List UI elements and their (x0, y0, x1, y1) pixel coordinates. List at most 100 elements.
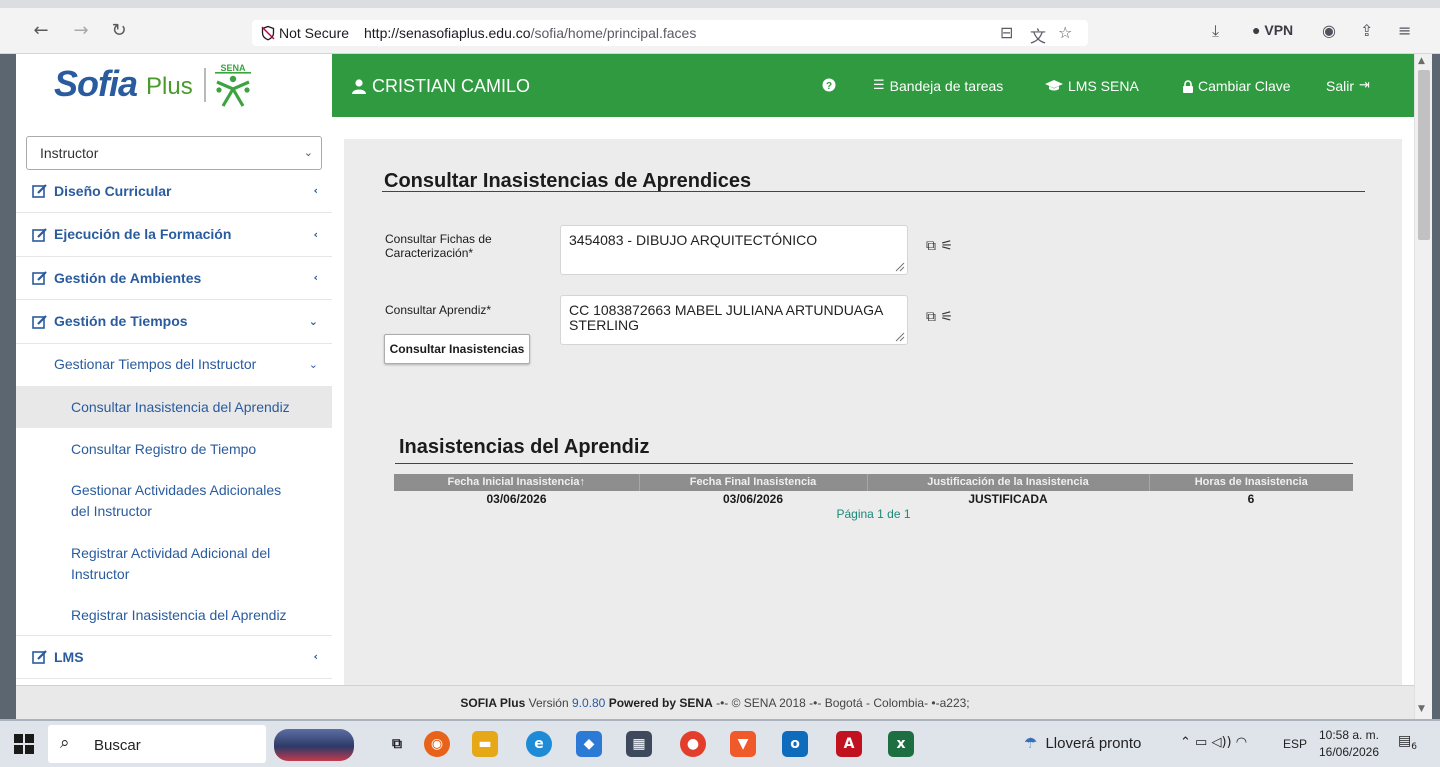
share-icon[interactable]: ⇪ (1360, 21, 1373, 41)
table-row[interactable]: 03/06/2026 03/06/2026 JUSTIFICADA 6 (394, 491, 1353, 507)
search-popup-icon[interactable]: ⧉ (926, 309, 936, 325)
file-explorer-icon[interactable]: ▬ (472, 731, 498, 757)
back-icon[interactable]: ← (30, 20, 52, 42)
broom-clear-icon[interactable]: ⚟ (940, 309, 953, 325)
consultar-inasistencias-button[interactable]: Consultar Inasistencias (384, 334, 530, 364)
clock[interactable]: 10:58 a. m. 16/06/2026 (1314, 727, 1384, 761)
notification-count: 6 (1411, 741, 1417, 752)
address-bar[interactable]: Not Secure http://senasofiaplus.edu.co/s… (252, 20, 1088, 46)
logo-divider (204, 68, 206, 102)
sign-out-icon: ⇥ (1359, 78, 1370, 93)
chevron-left-icon: ‹ (313, 184, 318, 197)
bookmark-star-icon[interactable]: ☆ (1058, 23, 1072, 42)
wifi-icon[interactable]: ◠ (1236, 735, 1247, 750)
sidebar-item-gestionar-tiempos-instructor[interactable]: Gestionar Tiempos del Instructor ⌄ (16, 344, 332, 386)
microsoft-store-icon[interactable]: ▦ (626, 731, 652, 757)
footer-version: 9.0.80 (571, 696, 606, 710)
svg-text:SENA: SENA (220, 63, 246, 73)
sidebar-item-label: Consultar Registro de Tiempo (71, 441, 257, 457)
rain-umbrella-icon: ☂ (1024, 734, 1038, 752)
brave-icon[interactable]: ▼ (730, 731, 756, 757)
lms-sena-link[interactable]: LMS SENA (1045, 78, 1139, 94)
chevron-up-icon[interactable]: ⌃ (1180, 735, 1191, 750)
logo-area[interactable]: Sofia Plus SENA (16, 54, 332, 117)
chevron-down-icon: ⌄ (308, 358, 318, 371)
battery-icon[interactable]: ▭ (1195, 735, 1207, 750)
weather-widget[interactable]: ☂ Lloverá pronto (1024, 734, 1141, 752)
sidebar-item-gestion-ambientes[interactable]: Gestión de Ambientes ‹ (16, 257, 332, 300)
vpn-button[interactable]: ● VPN (1252, 22, 1293, 38)
reload-icon[interactable]: ↻ (108, 20, 130, 42)
cambiar-clave-link[interactable]: Cambiar Clave (1183, 78, 1291, 94)
system-tray[interactable]: ⌃ ▭ ◁)) ◠ (1180, 735, 1247, 750)
chevron-down-icon: ⌄ (308, 314, 318, 328)
column-header[interactable]: Fecha Final Inasistencia (639, 474, 868, 491)
sidebar-item-gestion-tiempos[interactable]: Gestión de Tiempos ⌄ (16, 300, 332, 344)
bandeja-tareas-label: Bandeja de tareas (889, 78, 1004, 94)
sidebar-item-consultar-registro-tiempo[interactable]: Consultar Registro de Tiempo (16, 428, 332, 470)
taskbar-search[interactable]: ⌕ Buscar (48, 725, 266, 763)
aprendiz-field[interactable]: CC 1083872663 MABEL JULIANA ARTUNDUAGA S… (560, 295, 908, 345)
column-header[interactable]: Fecha Inicial Inasistencia↑ (394, 474, 640, 491)
resize-handle-icon[interactable] (893, 330, 905, 342)
edit-icon (32, 227, 47, 242)
sidebar-item-registrar-inasistencia[interactable]: Registrar Inasistencia del Aprendiz (16, 594, 332, 636)
sidebar-item-lms[interactable]: LMS ‹ (16, 636, 332, 679)
bandeja-tareas-link[interactable]: ☰ Bandeja de tareas (873, 78, 1003, 94)
sidebar-item-label: Registrar Inasistencia del Aprendiz (71, 607, 287, 623)
clock-time: 10:58 a. m. (1318, 728, 1380, 742)
clock-date: 16/06/2026 (1318, 745, 1380, 759)
sidebar-item-gestionar-actividades[interactable]: Gestionar Actividades Adicionales del In… (16, 470, 332, 532)
column-header[interactable]: Horas de Inasistencia (1149, 474, 1353, 491)
firefox-icon[interactable]: ◉ (424, 731, 450, 757)
vertical-scrollbar[interactable]: ▲ ▼ (1414, 54, 1432, 719)
salir-link[interactable]: Salir ⇥ (1326, 78, 1370, 94)
role-select[interactable]: Instructor ⌄ (26, 136, 322, 170)
inasistencias-table: Fecha Inicial Inasistencia↑ Fecha Final … (394, 474, 1353, 507)
question-circle-icon: ? (822, 78, 836, 92)
resize-handle-icon[interactable] (893, 260, 905, 272)
user-menu[interactable]: CRISTIAN CAMILO (352, 76, 530, 96)
screen: ← → ↻ Not Secure http://senasofiaplus.ed… (0, 0, 1440, 767)
excel-icon[interactable]: x (888, 731, 914, 757)
notifications-icon[interactable]: ▤6 (1398, 733, 1418, 755)
column-header[interactable]: Justificación de la Inasistencia (867, 474, 1150, 491)
volume-icon[interactable]: ◁)) (1211, 735, 1231, 750)
sidebar-item-consultar-inasistencia[interactable]: Consultar Inasistencia del Aprendiz (16, 386, 332, 428)
window-title-strip (0, 0, 1440, 8)
scroll-up-icon[interactable]: ▲ (1418, 56, 1425, 66)
sidebar-item-registrar-actividad[interactable]: Registrar Actividad Adicional del Instru… (16, 532, 332, 594)
store-app-icon[interactable]: ◆ (576, 731, 602, 757)
table-cell: JUSTIFICADA (968, 492, 1048, 506)
edge-icon[interactable]: e (526, 731, 552, 757)
security-indicator[interactable]: Not Secure (260, 24, 349, 42)
windows-start-icon[interactable] (14, 734, 34, 754)
inbox-icon: ☰ (873, 78, 885, 93)
sidebar-item-label: Gestionar Tiempos del Instructor (54, 356, 257, 372)
lms-sena-label: LMS SENA (1068, 78, 1139, 94)
menu-icon[interactable]: ≡ (1398, 21, 1411, 41)
ficha-field[interactable]: 3454083 - DIBUJO ARQUITECTÓNICO (560, 225, 908, 275)
account-icon[interactable]: ◉ (1322, 21, 1336, 41)
chrome-icon[interactable]: ● (680, 731, 706, 757)
sidebar-item-label: LMS (54, 649, 84, 665)
reader-view-icon[interactable]: ⊟ (1000, 23, 1013, 42)
footer-app-name: SOFIA Plus (460, 696, 526, 710)
acrobat-icon[interactable]: A (836, 731, 862, 757)
forward-icon[interactable]: → (70, 20, 92, 42)
help-button[interactable]: ? (822, 78, 836, 92)
scroll-down-icon[interactable]: ▼ (1418, 704, 1425, 714)
sidebar-item-ejecucion-formacion[interactable]: Ejecución de la Formación ‹ (16, 213, 332, 257)
task-view-icon[interactable]: ⧉ (384, 731, 410, 757)
scrollbar-thumb[interactable] (1418, 70, 1430, 240)
broom-clear-icon[interactable]: ⚟ (940, 238, 953, 254)
url-text[interactable]: http://senasofiaplus.edu.co/sofia/home/p… (364, 24, 696, 42)
search-highlight-image[interactable] (274, 729, 354, 761)
translate-icon[interactable]: 文 (1030, 23, 1046, 47)
outlook-icon[interactable]: o (782, 731, 808, 757)
search-popup-icon[interactable]: ⧉ (926, 238, 936, 254)
download-icon[interactable]: ⤓ (1212, 21, 1219, 41)
sidebar-item-diseno-curricular[interactable]: Diseño Curricular ‹ (16, 170, 332, 213)
role-select-value: Instructor (40, 145, 99, 161)
language-indicator[interactable]: ESP (1283, 737, 1307, 751)
